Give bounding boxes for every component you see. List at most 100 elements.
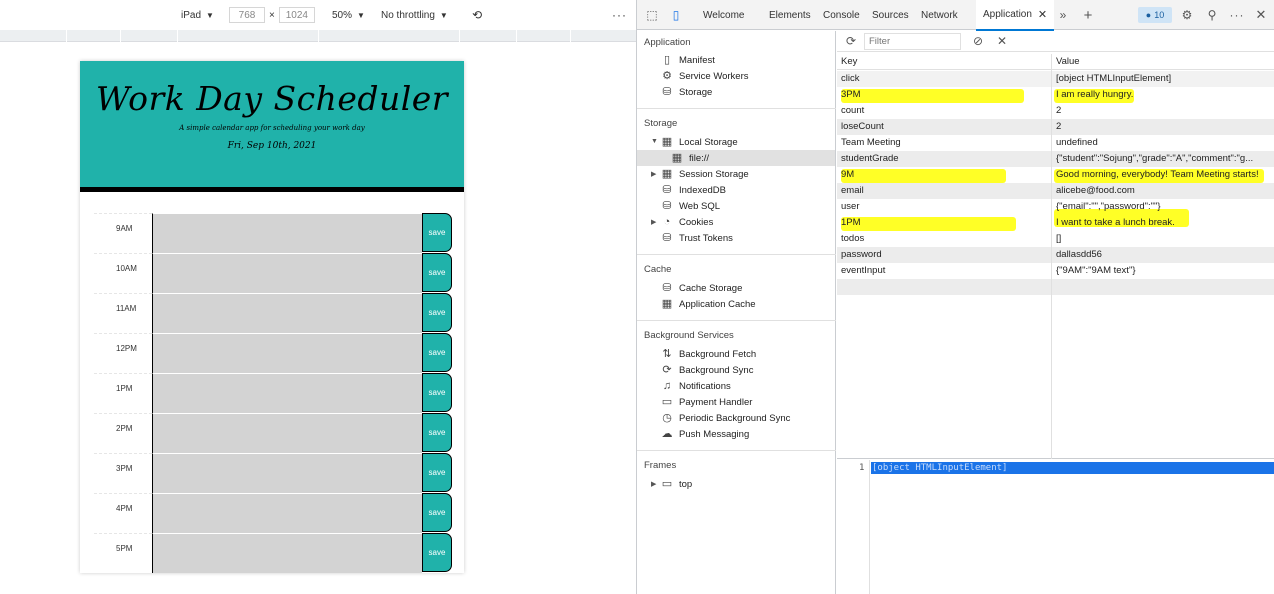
event-textarea[interactable] xyxy=(152,253,422,293)
expand-arrow-icon[interactable]: ▶ xyxy=(651,170,656,178)
sidebar-item-web-sql[interactable]: ⛁ Web SQL xyxy=(661,198,720,214)
time-block: 1PM save xyxy=(94,373,452,413)
sidebar-item-storage[interactable]: ⛁ Storage xyxy=(661,84,712,100)
issues-badge[interactable]: ● 10 xyxy=(1138,7,1172,23)
more-menu-icon[interactable]: ··· xyxy=(1229,7,1245,23)
sidebar-item-local-storage[interactable]: ▦ Local Storage xyxy=(661,134,738,150)
sidebar-item-manifest[interactable]: ▯ Manifest xyxy=(661,52,715,68)
device-toolbar-icon[interactable]: ▯ xyxy=(668,7,684,23)
save-button[interactable]: save xyxy=(422,333,452,372)
database-icon: ⛁ xyxy=(662,199,672,212)
row-value: dallasdd56 xyxy=(1056,249,1102,260)
width-input[interactable]: 768 xyxy=(229,7,265,23)
table-row[interactable]: email alicebe@food.com xyxy=(837,183,1274,199)
table-row[interactable]: 9M Good morning, everybody! Team Meeting… xyxy=(837,167,1274,183)
event-textarea[interactable] xyxy=(152,213,422,253)
save-button[interactable]: save xyxy=(422,213,452,252)
expand-arrow-icon[interactable]: ▼ xyxy=(651,138,658,145)
tab-elements[interactable]: Elements xyxy=(769,0,811,30)
sidebar-item-trust-tokens[interactable]: ⛁ Trust Tokens xyxy=(661,230,732,246)
filter-toolbar: ⟳ ⊘ ✕ xyxy=(837,31,1274,52)
table-row[interactable]: 3PM I am really hungry. xyxy=(837,87,1274,103)
table-row[interactable]: Team Meeting undefined xyxy=(837,135,1274,151)
refresh-icon[interactable]: ⟳ xyxy=(843,33,859,49)
save-button[interactable]: save xyxy=(422,533,452,572)
table-row-empty[interactable] xyxy=(837,279,1274,295)
table-row[interactable]: count 2 xyxy=(837,103,1274,119)
throttling-select[interactable]: No throttling ▼ xyxy=(381,0,448,30)
save-button[interactable]: save xyxy=(422,453,452,492)
tab-application[interactable]: Application ✕ xyxy=(976,0,1055,31)
table-row[interactable]: user {"email":"","password":""} xyxy=(837,199,1274,215)
tab-console[interactable]: Console xyxy=(823,0,860,30)
event-textarea[interactable] xyxy=(152,373,422,413)
sidebar-item-push-messaging[interactable]: ☁ Push Messaging xyxy=(661,426,750,442)
hour-label: 3PM xyxy=(94,453,152,493)
table-row[interactable]: studentGrade {"student":"Sojung","grade"… xyxy=(837,151,1274,167)
delete-selected-icon[interactable]: ✕ xyxy=(994,33,1010,49)
close-tab-icon[interactable]: ✕ xyxy=(1038,8,1047,21)
sidebar-item-payment-handler[interactable]: ▭ Payment Handler xyxy=(661,394,753,410)
sidebar-item-session-storage[interactable]: ▦ Session Storage xyxy=(661,166,749,182)
column-divider[interactable] xyxy=(1051,54,1052,459)
event-textarea[interactable] xyxy=(152,453,422,493)
tab-welcome[interactable]: Welcome xyxy=(703,0,745,30)
table-row[interactable]: password dallasdd56 xyxy=(837,247,1274,263)
save-button[interactable]: save xyxy=(422,293,452,332)
bell-icon: ♫ xyxy=(662,379,672,392)
database-icon: ⛁ xyxy=(662,183,672,196)
rotate-icon[interactable]: ⟲ xyxy=(472,0,482,30)
scheduler-header: Work Day Scheduler A simple calendar app… xyxy=(80,61,464,192)
save-button[interactable]: save xyxy=(422,413,452,452)
expand-arrow-icon[interactable]: ▶ xyxy=(651,218,656,226)
sidebar-item-background-fetch[interactable]: ⇅ Background Fetch xyxy=(661,346,756,362)
event-textarea[interactable] xyxy=(152,533,422,573)
sidebar-item-frame-top[interactable]: ▭ top xyxy=(661,476,692,492)
save-button[interactable]: save xyxy=(422,373,452,412)
sidebar-item-background-sync[interactable]: ⟳ Background Sync xyxy=(661,362,753,378)
tab-sources[interactable]: Sources xyxy=(872,0,909,30)
row-key: password xyxy=(841,249,882,260)
sidebar-item-notifications[interactable]: ♫ Notifications xyxy=(661,378,731,394)
event-textarea[interactable] xyxy=(152,493,422,533)
table-row[interactable]: loseCount 2 xyxy=(837,119,1274,135)
sidebar-item-indexeddb[interactable]: ⛁ IndexedDB xyxy=(661,182,726,198)
event-textarea[interactable] xyxy=(152,333,422,373)
more-options-icon[interactable]: ··· xyxy=(612,0,627,30)
settings-gear-icon[interactable]: ⚙ xyxy=(1179,7,1195,23)
column-header-key[interactable]: Key xyxy=(837,54,1051,70)
table-row[interactable]: 1PM I want to take a lunch break. xyxy=(837,215,1274,231)
preview-text[interactable]: [object HTMLInputElement] xyxy=(871,462,1274,474)
sidebar-item-periodic-background-sync[interactable]: ◷ Periodic Background Sync xyxy=(661,410,790,426)
column-header-value[interactable]: Value xyxy=(1052,54,1274,70)
more-tabs-icon[interactable]: » xyxy=(1055,7,1071,23)
event-textarea[interactable] xyxy=(152,293,422,333)
table-row[interactable]: eventInput {"9AM":"9AM text"} xyxy=(837,263,1274,279)
value-preview-pane: 1 [object HTMLInputElement] xyxy=(837,460,1274,594)
expand-arrow-icon[interactable]: ▶ xyxy=(651,480,656,488)
close-devtools-icon[interactable]: ✕ xyxy=(1253,7,1269,23)
table-row[interactable]: click [object HTMLInputElement] xyxy=(837,71,1274,87)
height-input[interactable]: 1024 xyxy=(278,7,315,23)
save-button[interactable]: save xyxy=(422,493,452,532)
sidebar-item-label: IndexedDB xyxy=(679,184,727,196)
filter-input[interactable] xyxy=(864,33,961,50)
sidebar-item-service-workers[interactable]: ⚙ Service Workers xyxy=(661,68,748,84)
add-tab-icon[interactable]: + xyxy=(1080,7,1096,24)
zoom-select[interactable]: 50% ▼ xyxy=(332,0,365,30)
row-value: I want to take a lunch break. xyxy=(1056,217,1175,228)
sidebar-item-cookies[interactable]: ◔ Cookies xyxy=(661,214,714,230)
inspect-element-icon[interactable]: ⬚ xyxy=(644,7,660,23)
sidebar-item-cache-storage[interactable]: ⛁ Cache Storage xyxy=(661,280,742,296)
sidebar-item-label: Push Messaging xyxy=(679,428,750,440)
sidebar-item-application-cache[interactable]: ▦ Application Cache xyxy=(661,296,756,312)
event-textarea[interactable] xyxy=(152,413,422,453)
customize-icon[interactable]: ⚲ xyxy=(1204,7,1220,23)
device-select[interactable]: iPad ▼ xyxy=(181,0,214,30)
save-button[interactable]: save xyxy=(422,253,452,292)
clear-all-icon[interactable]: ⊘ xyxy=(970,33,986,49)
table-row[interactable]: todos [] xyxy=(837,231,1274,247)
tab-network[interactable]: Network xyxy=(921,0,958,30)
sidebar-item-file-origin[interactable]: ▦ file:// xyxy=(637,150,835,166)
issues-icon: ● xyxy=(1145,10,1152,20)
